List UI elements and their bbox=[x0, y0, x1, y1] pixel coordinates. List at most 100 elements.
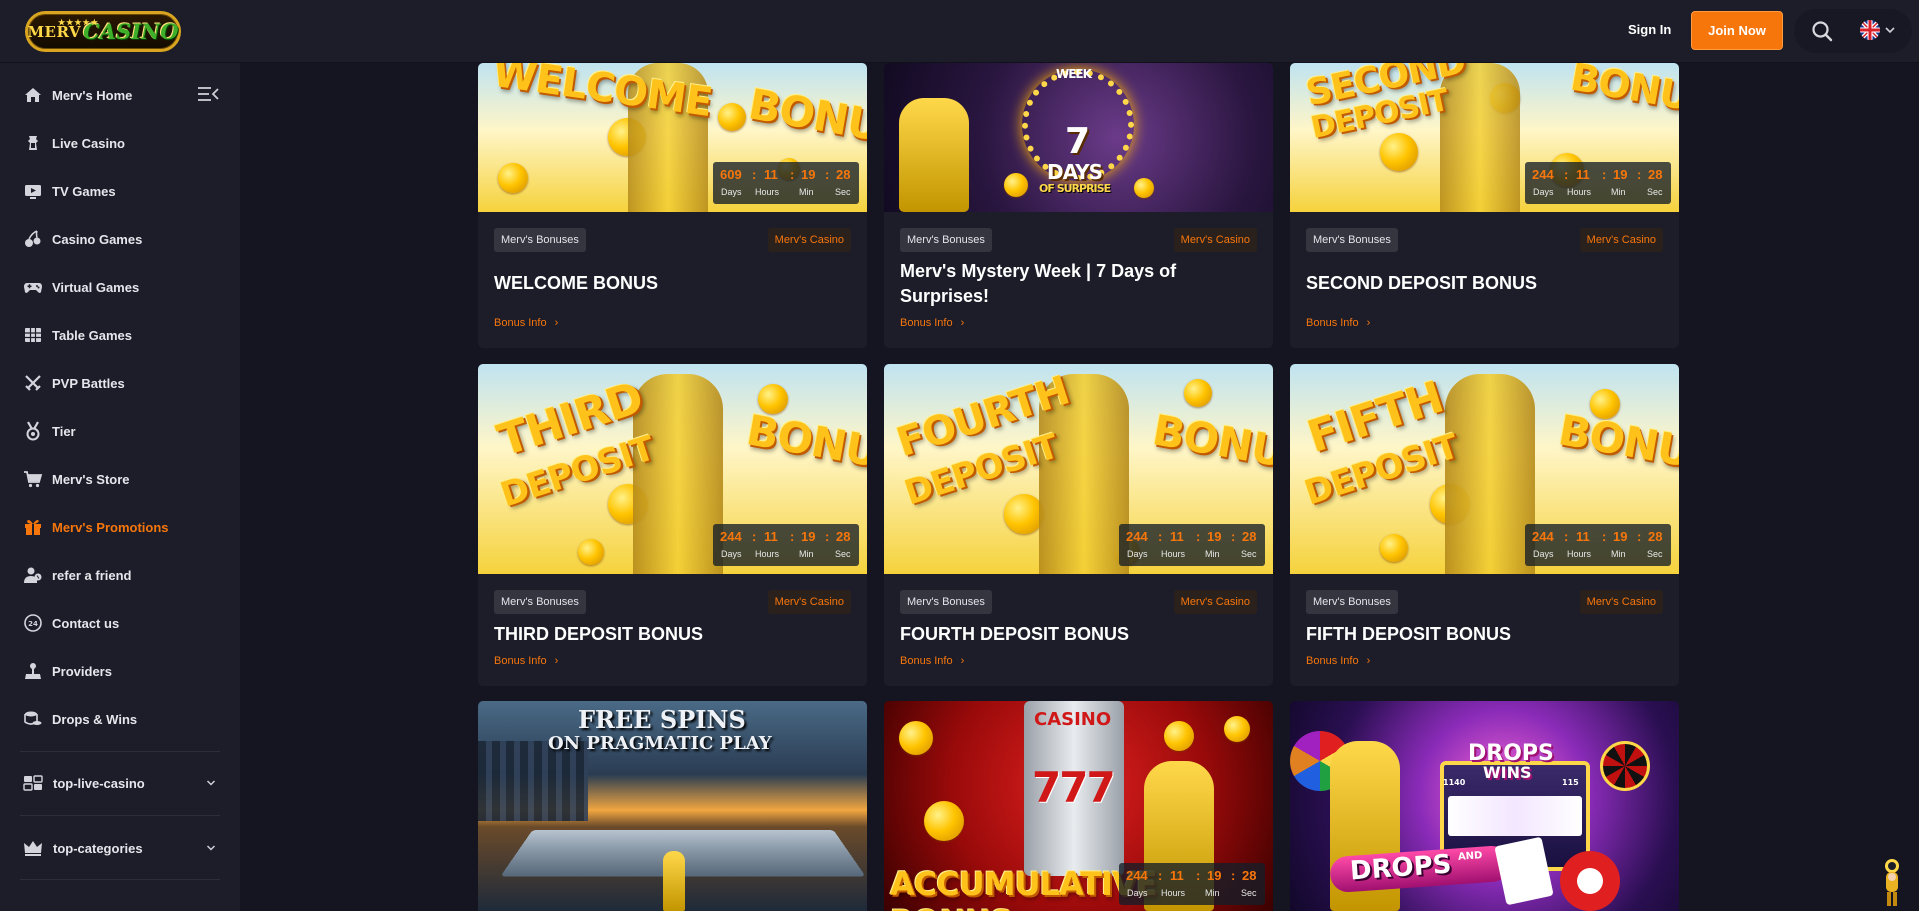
bonus-info-link[interactable]: Bonus Info › bbox=[494, 655, 558, 667]
sidebar-item-label: Drops & Wins bbox=[52, 711, 138, 727]
sidebar-item-pvp-battles[interactable]: PVP Battles bbox=[0, 363, 240, 403]
promo-banner-accumulative-bonus[interactable]: CASINO 777 ACCUMULATIVE BONUS 244 : 11 :… bbox=[884, 701, 1273, 911]
sidebar-item-home[interactable]: Merv's Home bbox=[0, 75, 240, 115]
promo-card-welcome-bonus[interactable]: WELCOME BONUS 609 : 11 : 19 : 28 Days Ho… bbox=[478, 63, 867, 348]
bonus-info-link[interactable]: Bonus Info › bbox=[900, 317, 964, 329]
sidebar-item-providers[interactable]: Providers bbox=[0, 651, 240, 691]
countdown-label-days: Days bbox=[1127, 888, 1148, 898]
countdown-sep: : bbox=[752, 167, 757, 182]
countdown-sep: : bbox=[1602, 167, 1607, 182]
countdown-min: 19 bbox=[801, 529, 816, 544]
banner-text-free-spins: FREE SPINS bbox=[578, 705, 746, 734]
sidebar-item-table-games[interactable]: Table Games bbox=[0, 315, 240, 355]
join-now-button[interactable]: Join Now bbox=[1691, 11, 1783, 50]
gold-coin bbox=[1004, 173, 1028, 197]
sidebar-item-tv-games[interactable]: TV Games bbox=[0, 171, 240, 211]
language-chevron-down-icon[interactable] bbox=[1884, 24, 1896, 36]
category-tag[interactable]: Merv's Bonuses bbox=[900, 590, 992, 614]
promo-banner-fourth-deposit[interactable]: FOURTH DEPOSIT BONUS 244 : 11 : 19 : 28 … bbox=[884, 364, 1273, 574]
bonus-info-link[interactable]: Bonus Info › bbox=[900, 655, 964, 667]
countdown-label-min: Min bbox=[1205, 549, 1220, 559]
banner-text-casino: CASINO bbox=[1034, 709, 1112, 730]
sidebar-item-contact-us[interactable]: 24 Contact us bbox=[0, 603, 240, 643]
bonus-info-link[interactable]: Bonus Info › bbox=[1306, 655, 1370, 667]
home-icon bbox=[25, 88, 41, 102]
countdown-label-days: Days bbox=[1533, 549, 1554, 559]
promo-card-second-deposit-bonus[interactable]: SECOND DEPOSIT BONUS 244 : 11 : 19 : 28 … bbox=[1290, 63, 1679, 348]
brand-tag[interactable]: Merv's Casino bbox=[1579, 590, 1663, 614]
sidebar-item-mervs-promotions[interactable]: Merv's Promotions bbox=[0, 507, 240, 547]
promo-card-fifth-deposit-bonus[interactable]: FIFTH DEPOSIT BONUS 244 : 11 : 19 : 28 D… bbox=[1290, 364, 1679, 686]
banner-text-days: DAYS bbox=[1047, 160, 1103, 184]
chevron-right-icon: › bbox=[554, 655, 559, 667]
banner-text-777: 777 bbox=[1032, 763, 1116, 812]
cards-icon bbox=[23, 775, 43, 791]
promo-card-third-deposit-bonus[interactable]: THIRD DEPOSIT BONUS 244 : 11 : 19 : 28 D… bbox=[478, 364, 867, 686]
promo-banner-fifth-deposit[interactable]: FIFTH DEPOSIT BONUS 244 : 11 : 19 : 28 D… bbox=[1290, 364, 1679, 574]
table-grid-icon bbox=[25, 328, 41, 342]
countdown-timer: 244 : 11 : 19 : 28 Days Hours Min Sec bbox=[1525, 524, 1671, 566]
countdown-days: 609 bbox=[720, 167, 742, 182]
brand-tag[interactable]: Merv's Casino bbox=[1579, 228, 1663, 252]
promo-card-drops-wins[interactable]: DROPS WINS 1140 115 DROPS AND bbox=[1290, 701, 1679, 911]
gold-coin bbox=[1164, 721, 1194, 751]
bonus-info-link[interactable]: Bonus Info › bbox=[1306, 317, 1370, 329]
logo-stars: ★★★★★ bbox=[58, 17, 99, 27]
brand-tag[interactable]: Merv's Casino bbox=[1173, 590, 1257, 614]
banner-text-wins: WINS bbox=[1483, 763, 1532, 782]
promo-title: THIRD DEPOSIT BONUS bbox=[494, 624, 704, 644]
category-tag[interactable]: Merv's Bonuses bbox=[494, 590, 586, 614]
promo-card-accumulative-bonus[interactable]: CASINO 777 ACCUMULATIVE BONUS 244 : 11 :… bbox=[884, 701, 1273, 911]
promo-banner-free-spins[interactable]: FREE SPINS ON PRAGMATIC PLAY bbox=[478, 701, 867, 911]
countdown-label-min: Min bbox=[1611, 549, 1626, 559]
countdown-label-sec: Sec bbox=[1647, 187, 1663, 197]
uk-flag-icon[interactable] bbox=[1860, 20, 1880, 40]
promo-banner-drops-wins[interactable]: DROPS WINS 1140 115 DROPS AND bbox=[1290, 701, 1679, 911]
tv-icon bbox=[25, 185, 41, 199]
countdown-sec: 28 bbox=[1648, 529, 1663, 544]
promo-title: SECOND DEPOSIT BONUS bbox=[1306, 273, 1538, 293]
brand-tag[interactable]: Merv's Casino bbox=[767, 590, 851, 614]
countdown-min: 19 bbox=[1207, 529, 1222, 544]
promo-banner-third-deposit[interactable]: THIRD DEPOSIT BONUS 244 : 11 : 19 : 28 D… bbox=[478, 364, 867, 574]
merv-casino-logo[interactable]: ★★★★★ MERV CASINO bbox=[25, 11, 181, 52]
bonus-info-label: Bonus Info bbox=[900, 655, 953, 667]
countdown-min: 19 bbox=[1207, 868, 1222, 883]
promo-card-free-spins[interactable]: FREE SPINS ON PRAGMATIC PLAY bbox=[478, 701, 867, 911]
sidebar-dropdown-top-live-casino[interactable]: top-live-casino bbox=[0, 765, 240, 801]
gold-coin bbox=[924, 801, 964, 841]
bonus-info-label: Bonus Info bbox=[1306, 655, 1359, 667]
bonus-info-link[interactable]: Bonus Info › bbox=[494, 317, 558, 329]
countdown-label-sec: Sec bbox=[835, 187, 851, 197]
bonus-info-label: Bonus Info bbox=[494, 655, 547, 667]
search-icon[interactable] bbox=[1810, 19, 1834, 43]
sidebar-item-refer-a-friend[interactable]: refer a friend bbox=[0, 555, 240, 595]
countdown-days: 244 bbox=[1532, 167, 1554, 182]
sidebar-item-drops-wins[interactable]: Drops & Wins bbox=[0, 699, 240, 739]
promo-banner-second-deposit[interactable]: SECOND DEPOSIT BONUS 244 : 11 : 19 : 28 … bbox=[1290, 63, 1679, 212]
promo-card-fourth-deposit-bonus[interactable]: FOURTH DEPOSIT BONUS 244 : 11 : 19 : 28 … bbox=[884, 364, 1273, 686]
cherries-icon bbox=[25, 230, 41, 247]
category-tag[interactable]: Merv's Bonuses bbox=[900, 228, 992, 252]
countdown-sec: 28 bbox=[1648, 167, 1663, 182]
crown-icon bbox=[24, 841, 42, 856]
category-tag[interactable]: Merv's Bonuses bbox=[494, 228, 586, 252]
promo-card-mystery-week[interactable]: WEEK 7 DAYS OF SURPRISE Merv's Bonuses M… bbox=[884, 63, 1273, 348]
promo-banner-welcome[interactable]: WELCOME BONUS 609 : 11 : 19 : 28 Days Ho… bbox=[478, 63, 867, 212]
support-24-icon: 24 bbox=[24, 614, 42, 632]
sidebar-item-live-casino[interactable]: Live Casino bbox=[0, 123, 240, 163]
sign-in-link[interactable]: Sign In bbox=[1628, 22, 1671, 37]
countdown-hours: 11 bbox=[1576, 167, 1590, 182]
promo-banner-mystery-week[interactable]: WEEK 7 DAYS OF SURPRISE bbox=[884, 63, 1273, 212]
mascot-helper-icon[interactable] bbox=[1875, 858, 1909, 908]
sidebar-item-tier[interactable]: Tier bbox=[0, 411, 240, 451]
category-tag[interactable]: Merv's Bonuses bbox=[1306, 590, 1398, 614]
sidebar-item-mervs-store[interactable]: Merv's Store bbox=[0, 459, 240, 499]
sidebar-dropdown-top-categories[interactable]: top-categories bbox=[0, 830, 240, 866]
category-tag[interactable]: Merv's Bonuses bbox=[1306, 228, 1398, 252]
countdown-label-min: Min bbox=[799, 187, 814, 197]
sidebar-item-virtual-games[interactable]: Virtual Games bbox=[0, 267, 240, 307]
brand-tag[interactable]: Merv's Casino bbox=[1173, 228, 1257, 252]
sidebar-item-casino-games[interactable]: Casino Games bbox=[0, 219, 240, 259]
brand-tag[interactable]: Merv's Casino bbox=[767, 228, 851, 252]
